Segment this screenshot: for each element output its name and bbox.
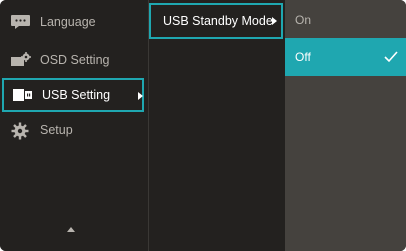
usb-setting-icon xyxy=(13,87,33,103)
menu-item-label: OSD Setting xyxy=(40,53,110,67)
language-icon xyxy=(11,14,31,30)
osd-setting-icon xyxy=(11,52,31,68)
menu-item-usb-setting[interactable]: USB Setting xyxy=(2,78,144,112)
submenu-item-usb-standby-mode[interactable]: USB Standby Mode xyxy=(149,3,283,39)
option-label: On xyxy=(295,13,312,27)
options-column: On Off xyxy=(285,0,406,251)
main-menu-column: Language OSD Setting USB Setting Setup xyxy=(0,0,148,251)
scroll-up-arrow-icon[interactable] xyxy=(67,227,75,232)
menu-item-label: Language xyxy=(40,15,96,29)
option-off[interactable]: Off xyxy=(285,38,406,76)
submenu-item-label: USB Standby Mode xyxy=(163,14,273,28)
option-label: Off xyxy=(295,50,311,64)
menu-item-setup[interactable]: Setup xyxy=(0,113,148,147)
menu-item-osd-setting[interactable]: OSD Setting xyxy=(0,43,148,77)
osd-menu: Language OSD Setting USB Setting Setup U… xyxy=(0,0,406,251)
submenu-column: USB Standby Mode xyxy=(148,0,285,251)
menu-item-label: USB Setting xyxy=(42,88,111,102)
menu-item-label: Setup xyxy=(40,123,73,137)
checkmark-icon xyxy=(384,51,398,63)
option-on[interactable]: On xyxy=(285,1,406,39)
chevron-right-icon xyxy=(272,17,277,25)
menu-item-language[interactable]: Language xyxy=(0,5,148,39)
setup-gear-icon xyxy=(11,122,31,140)
chevron-right-icon xyxy=(138,92,143,100)
